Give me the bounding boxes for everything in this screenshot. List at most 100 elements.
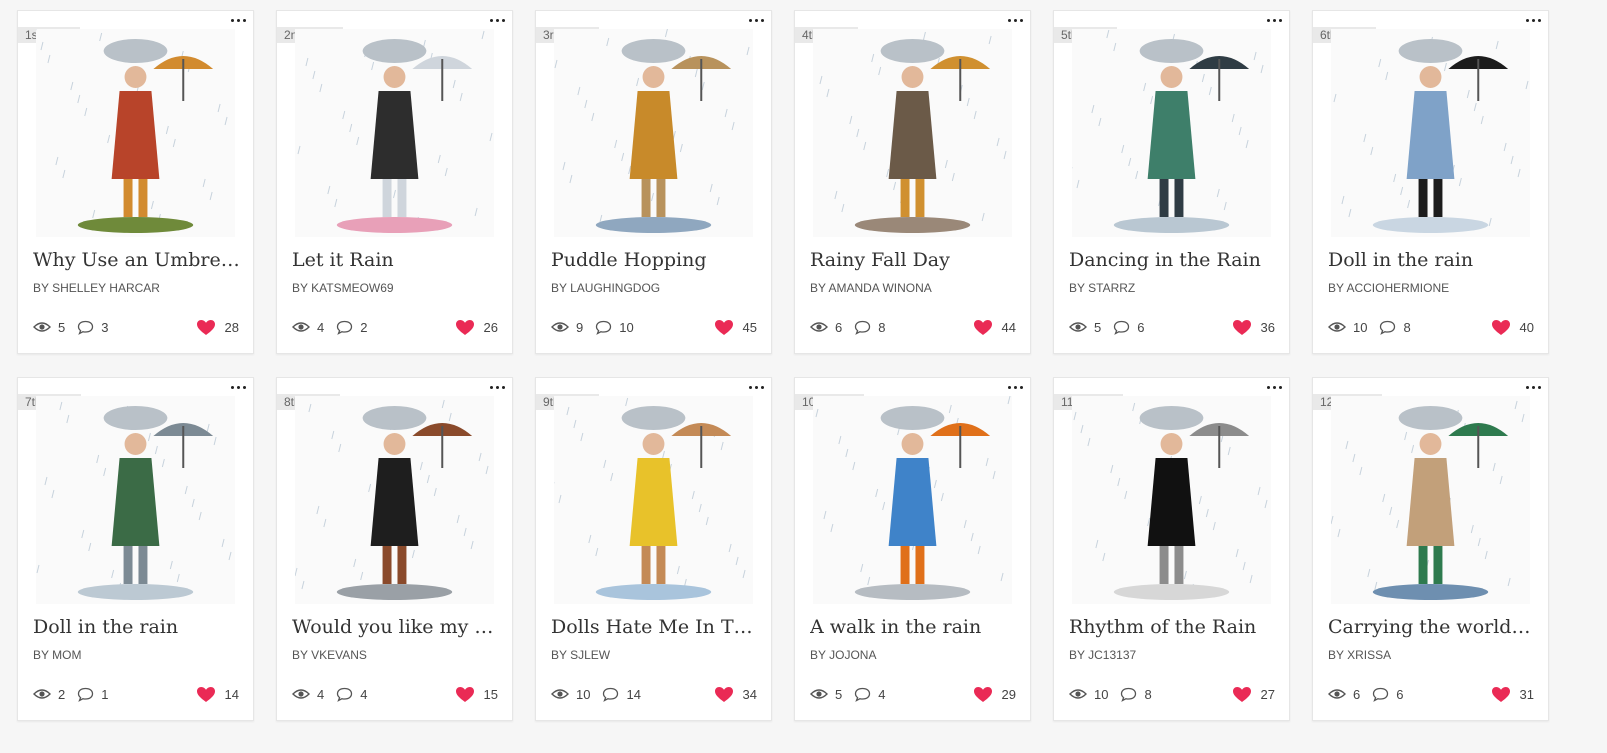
- comment-icon: [337, 687, 353, 702]
- entry-artwork[interactable]: [36, 29, 235, 237]
- entry-author-link[interactable]: by STARRZ: [1069, 281, 1135, 295]
- like-button[interactable]: 31: [1491, 686, 1534, 703]
- eye-icon: [33, 689, 51, 699]
- likes-count: 40: [1519, 319, 1534, 335]
- likes-count: 28: [224, 319, 239, 335]
- entry-artwork[interactable]: [554, 29, 753, 237]
- entry-card[interactable]: 1st place Why Use an Umbrella? by SHELLE…: [17, 10, 254, 354]
- entry-author-link[interactable]: by SJLEW: [551, 648, 610, 662]
- comments-count: 4: [360, 686, 368, 702]
- entry-artwork[interactable]: [1331, 29, 1530, 237]
- comments-stat[interactable]: 8: [1379, 320, 1411, 335]
- entry-artwork[interactable]: [1072, 396, 1271, 604]
- comments-stat[interactable]: 1: [77, 687, 108, 702]
- entry-artwork[interactable]: [813, 29, 1012, 237]
- entry-title[interactable]: Would you like my u...: [292, 616, 500, 638]
- more-dots-icon[interactable]: [1263, 381, 1285, 393]
- more-dots-icon[interactable]: [227, 381, 249, 393]
- entry-artwork[interactable]: [1072, 29, 1271, 237]
- entry-artwork[interactable]: [813, 396, 1012, 604]
- entry-title[interactable]: Why Use an Umbrella?: [33, 249, 241, 271]
- entry-title[interactable]: Rainy Fall Day: [810, 249, 1018, 271]
- like-button[interactable]: 15: [455, 686, 498, 703]
- entry-title[interactable]: Rhythm of the Rain: [1069, 616, 1277, 638]
- entry-title[interactable]: Let it Rain: [292, 249, 500, 271]
- comments-stat[interactable]: 6: [1113, 320, 1144, 335]
- entry-title[interactable]: Dolls Hate Me In The ...: [551, 616, 759, 638]
- like-button[interactable]: 14: [196, 686, 239, 703]
- entry-author-link[interactable]: by VKEVANS: [292, 648, 367, 662]
- entry-artwork[interactable]: [295, 29, 494, 237]
- entry-card[interactable]: 2nd place Let it Rain by KATSMEOW69: [276, 10, 513, 354]
- entry-author-link[interactable]: by XRISSA: [1328, 648, 1391, 662]
- comments-count: 2: [360, 319, 368, 335]
- entry-author-link[interactable]: by AMANDA WINONA: [810, 281, 932, 295]
- eye-icon: [1069, 322, 1087, 332]
- entry-title[interactable]: Puddle Hopping: [551, 249, 759, 271]
- entry-artwork[interactable]: [36, 396, 235, 604]
- more-dots-icon[interactable]: [1263, 14, 1285, 26]
- entry-card[interactable]: 4th place Rainy Fall Day by AMANDA WINON…: [794, 10, 1031, 354]
- likes-count: 15: [483, 686, 498, 702]
- views-count: 10: [576, 686, 591, 702]
- entry-author-link[interactable]: by KATSMEOW69: [292, 281, 394, 295]
- comments-stat[interactable]: 6: [1372, 687, 1403, 702]
- comments-stat[interactable]: 4: [336, 687, 367, 702]
- entry-artwork[interactable]: [1331, 396, 1530, 604]
- more-dots-icon[interactable]: [1004, 14, 1026, 26]
- entry-title[interactable]: A walk in the rain: [810, 616, 1018, 638]
- views-stat: 5: [33, 320, 65, 335]
- comments-stat[interactable]: 4: [854, 687, 885, 702]
- entry-card[interactable]: 3rd place Puddle Hopping by LAUGHINGDOG: [535, 10, 772, 354]
- entry-artwork[interactable]: [554, 396, 753, 604]
- like-button[interactable]: 44: [973, 319, 1016, 336]
- entry-card[interactable]: 5th place Dancing in the Rain by STARRZ: [1053, 10, 1290, 354]
- more-dots-icon[interactable]: [1004, 381, 1026, 393]
- more-dots-icon[interactable]: [486, 14, 508, 26]
- comments-count: 6: [1137, 319, 1145, 335]
- entry-author-link[interactable]: by ACCIOHERMIONE: [1328, 281, 1449, 295]
- like-button[interactable]: 34: [714, 686, 757, 703]
- entry-author-link[interactable]: by JC13137: [1069, 648, 1136, 662]
- entry-card[interactable]: 12th place Carrying the world..... by XR…: [1312, 377, 1549, 721]
- entry-title[interactable]: Doll in the rain: [1328, 249, 1536, 271]
- like-button[interactable]: 40: [1491, 319, 1534, 336]
- like-button[interactable]: 28: [196, 319, 239, 336]
- more-dots-icon[interactable]: [1522, 14, 1544, 26]
- comments-stat[interactable]: 14: [602, 687, 641, 702]
- more-dots-icon[interactable]: [745, 14, 767, 26]
- more-dots-icon[interactable]: [227, 14, 249, 26]
- entry-author-link[interactable]: by LAUGHINGDOG: [551, 281, 660, 295]
- heart-icon: [1491, 686, 1510, 702]
- entry-author-link[interactable]: by SHELLEY HARCAR: [33, 281, 160, 295]
- comments-stat[interactable]: 8: [1120, 687, 1152, 702]
- entry-card[interactable]: 10th place A walk in the rain by JOJONA: [794, 377, 1031, 721]
- comment-icon: [855, 320, 871, 335]
- like-button[interactable]: 29: [973, 686, 1016, 703]
- comments-stat[interactable]: 3: [77, 320, 108, 335]
- more-dots-icon[interactable]: [486, 381, 508, 393]
- entry-card[interactable]: 9th place Dolls Hate Me In The ... by SJ…: [535, 377, 772, 721]
- more-dots-icon[interactable]: [1522, 381, 1544, 393]
- entry-card[interactable]: 11th place Rhythm of the Rain by JC13137: [1053, 377, 1290, 721]
- entry-title[interactable]: Carrying the world.....: [1328, 616, 1536, 638]
- comments-stat[interactable]: 2: [336, 320, 367, 335]
- entry-card[interactable]: 6th place Doll in the rain by ACCIOHERMI…: [1312, 10, 1549, 354]
- comments-count: 4: [878, 686, 886, 702]
- entry-author-link[interactable]: by JOJONA: [810, 648, 876, 662]
- entry-artwork[interactable]: [295, 396, 494, 604]
- like-button[interactable]: 26: [455, 319, 498, 336]
- like-button[interactable]: 45: [714, 319, 757, 336]
- comments-stat[interactable]: 10: [595, 320, 634, 335]
- entry-author-link[interactable]: by MOM: [33, 648, 81, 662]
- entry-title[interactable]: Doll in the rain: [33, 616, 241, 638]
- entry-card[interactable]: 8th place Would you like my u... by VKEV…: [276, 377, 513, 721]
- entry-card[interactable]: 7th place Doll in the rain by MOM: [17, 377, 254, 721]
- entry-title[interactable]: Dancing in the Rain: [1069, 249, 1277, 271]
- comment-icon: [78, 320, 94, 335]
- comments-stat[interactable]: 8: [854, 320, 885, 335]
- like-button[interactable]: 36: [1232, 319, 1275, 336]
- views-count: 5: [835, 686, 843, 702]
- more-dots-icon[interactable]: [745, 381, 767, 393]
- like-button[interactable]: 27: [1232, 686, 1275, 703]
